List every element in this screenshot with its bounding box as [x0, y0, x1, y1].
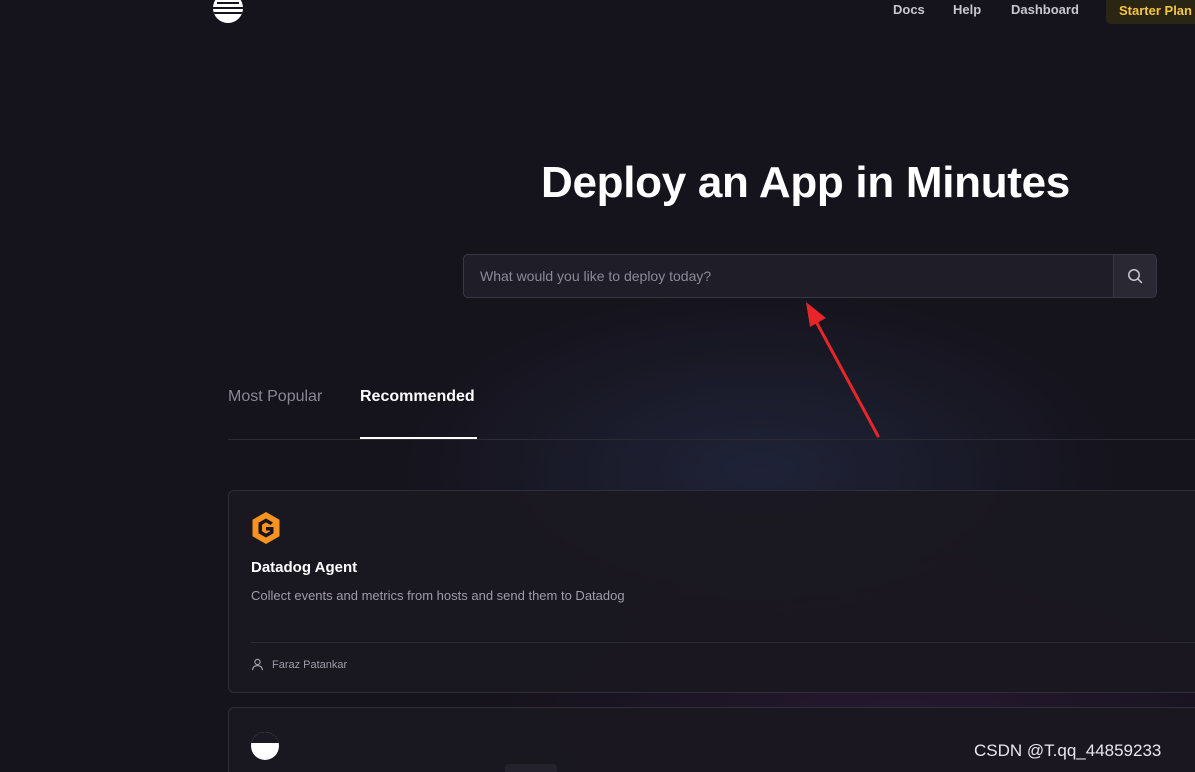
template-card[interactable] — [228, 707, 1195, 772]
search-icon — [1128, 269, 1143, 284]
search-button[interactable] — [1113, 255, 1156, 297]
watermark: CSDN @T.qq_44859233 — [974, 741, 1162, 760]
card-title: Datadog Agent — [251, 559, 358, 576]
nav-dashboard-link[interactable]: Dashboard — [1011, 2, 1079, 17]
page: Docs Help Dashboard Starter Plan Deploy … — [0, 0, 1195, 772]
card-author: Faraz Patankar — [272, 659, 348, 671]
card-divider — [251, 642, 1195, 643]
datadog-g-logo-icon — [252, 512, 280, 544]
search-input[interactable] — [464, 255, 1114, 297]
app-logo-icon[interactable] — [213, 0, 243, 23]
nav-docs-link[interactable]: Docs — [893, 2, 925, 17]
active-tab-indicator — [360, 437, 477, 439]
template-card-datadog-agent[interactable]: Datadog Agent Collect events and metrics… — [228, 490, 1195, 693]
plan-badge[interactable]: Starter Plan — [1106, 0, 1195, 24]
tabs-divider — [228, 439, 1195, 440]
card-description: Collect events and metrics from hosts an… — [251, 588, 625, 603]
card-tag — [505, 764, 557, 772]
tab-most-popular[interactable]: Most Popular — [228, 388, 322, 406]
page-title: Deploy an App in Minutes — [541, 158, 1070, 207]
user-icon — [251, 658, 264, 671]
nav-help-link[interactable]: Help — [953, 2, 981, 17]
half-moon-logo-icon — [251, 732, 279, 760]
tab-recommended[interactable]: Recommended — [360, 388, 475, 406]
search-bar — [463, 254, 1157, 298]
